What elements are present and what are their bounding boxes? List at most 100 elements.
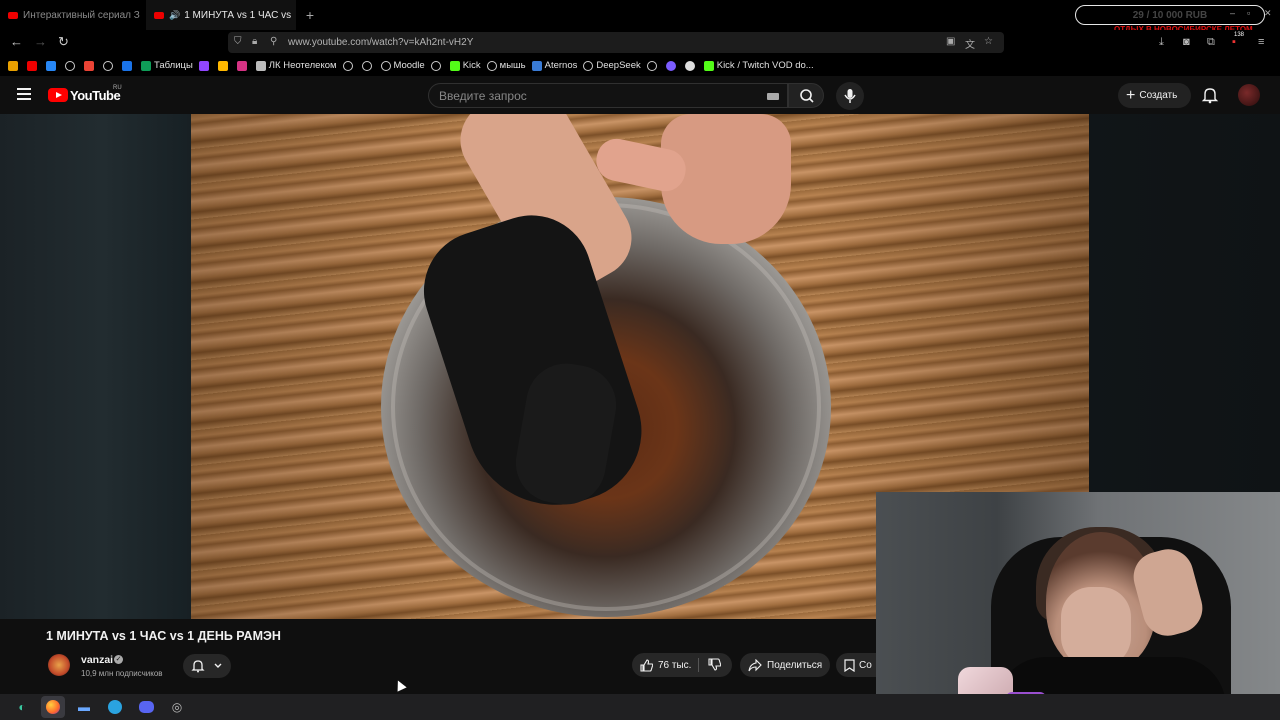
browser-toolbar: ← → ↻ ⛉ 🔒︎ ⚲ www.youtube.com/watch?v=kAh…: [0, 30, 1280, 55]
bookmark-deepseek[interactable]: DeepSeek: [583, 60, 641, 71]
share-button[interactable]: Поделиться: [740, 653, 830, 677]
like-count: 76 тыс.: [658, 660, 692, 671]
thumbs-down-icon[interactable]: [708, 658, 721, 671]
bell-icon: [191, 660, 205, 673]
hamburger-menu-icon[interactable]: [17, 88, 31, 100]
minimize-window-icon[interactable]: –: [1230, 8, 1235, 18]
bookmark-icon-only[interactable]: [665, 60, 679, 71]
forward-arrow-icon[interactable]: →: [34, 34, 47, 49]
url-text[interactable]: www.youtube.com/watch?v=kAh2nt-vH2Y: [288, 37, 473, 48]
bookmark-sheets[interactable]: Таблицы: [141, 60, 193, 71]
drive-icon: [122, 60, 132, 71]
bookmark-icon-only[interactable]: [217, 60, 231, 71]
bookmark-star-icon[interactable]: ☆: [984, 36, 993, 47]
lock-icon[interactable]: 🔒︎: [252, 36, 257, 47]
notifications-bell-icon[interactable]: [1201, 86, 1219, 104]
globe-icon: [342, 60, 353, 71]
bookmark-kick-vod[interactable]: Kick / Twitch VOD do...: [703, 60, 814, 71]
extension-badge-count: 138: [1234, 32, 1245, 38]
aternos-icon: [531, 60, 542, 71]
bookmark-label: Таблицы: [154, 60, 193, 71]
channel-avatar[interactable]: [48, 654, 70, 676]
app-icon: [217, 60, 228, 71]
audio-playing-icon[interactable]: 🔊: [169, 10, 180, 21]
kick-icon: [449, 60, 460, 71]
telegram-icon[interactable]: [103, 696, 127, 718]
bookmark-icon-only[interactable]: [361, 60, 375, 71]
new-tab-button[interactable]: +: [296, 7, 324, 23]
bookmark-icon-only[interactable]: [236, 60, 250, 71]
bookmark-mouse[interactable]: мышь: [486, 60, 526, 71]
bookmark-icon-only[interactable]: [46, 60, 59, 71]
mouse-cursor: [393, 678, 407, 692]
menu-icon[interactable]: ≡: [1258, 36, 1264, 48]
shield-icon[interactable]: ⛉: [234, 36, 242, 47]
profile-container-icon[interactable]: ◙: [1183, 36, 1190, 48]
bookmark-icon-only[interactable]: [65, 60, 78, 71]
download-icon[interactable]: ⤓: [1159, 36, 1164, 49]
bookmark-icon-only[interactable]: [430, 60, 444, 71]
bookmark-aternos[interactable]: Aternos: [531, 60, 578, 71]
voice-search-button[interactable]: [836, 82, 864, 110]
bookmark-icon-only[interactable]: [684, 60, 698, 71]
tab-title: Интерактивный сериал З: [23, 9, 140, 21]
vk-icon: [46, 60, 56, 71]
thumbs-up-icon: [640, 659, 653, 672]
maximize-window-icon[interactable]: ▫: [1247, 8, 1250, 18]
channel-name[interactable]: vanzai: [81, 654, 113, 666]
app-icon: [236, 60, 247, 71]
subscription-bell-button[interactable]: [183, 654, 231, 678]
bookmark-kick[interactable]: Kick: [449, 60, 481, 71]
search-button[interactable]: [788, 83, 824, 108]
start-menu-icon[interactable]: ◐: [10, 696, 34, 718]
bookmark-icon-only[interactable]: [84, 60, 97, 71]
pip-icon[interactable]: ▣: [946, 36, 955, 47]
bookmark-neotelecom[interactable]: ЛК Неотелеком: [255, 60, 337, 71]
bookmark-label: Aternos: [544, 60, 578, 71]
region-label: RU: [113, 85, 122, 91]
search-icon: [800, 89, 814, 103]
obs-icon[interactable]: ◎: [165, 696, 189, 718]
browser-tab-active[interactable]: 🔊 1 МИНУТА vs 1 ЧАС vs ✕: [146, 0, 296, 30]
reload-icon[interactable]: ↻: [58, 34, 69, 50]
bookmark-icon-only[interactable]: [8, 60, 21, 71]
bookmark-moodle[interactable]: Moodle: [380, 60, 425, 71]
translate-icon[interactable]: 文: [965, 36, 975, 51]
bookmark-icon-only[interactable]: [27, 60, 40, 71]
microphone-icon: [844, 89, 856, 103]
bookmark-icon-only[interactable]: [646, 60, 660, 71]
share-arrow-icon: [748, 658, 762, 671]
close-window-icon[interactable]: ✕: [1264, 8, 1272, 19]
globe-icon: [380, 60, 391, 71]
webcam-overlay: [876, 492, 1280, 720]
account-avatar[interactable]: [1238, 84, 1260, 106]
save-button[interactable]: Со: [836, 653, 876, 677]
save-label: Со: [859, 659, 872, 671]
browser-tab[interactable]: Интерактивный сериал З ✕: [0, 0, 146, 30]
keyboard-icon[interactable]: [767, 93, 779, 100]
bookmark-label: ЛК Неотелеком: [268, 60, 337, 71]
extensions-icon[interactable]: ⧉: [1207, 36, 1215, 49]
bookmark-icon-only[interactable]: [122, 60, 135, 71]
bookmark-label: Kick: [462, 60, 481, 71]
firefox-taskbar-icon[interactable]: [41, 696, 65, 718]
search-input[interactable]: [439, 89, 739, 103]
address-bar[interactable]: ⛉ 🔒︎ ⚲ www.youtube.com/watch?v=kAh2nt-vH…: [228, 32, 1004, 53]
sheets-icon: [141, 60, 151, 71]
youtube-logo-icon[interactable]: [48, 88, 68, 102]
tab-title: 1 МИНУТА vs 1 ЧАС vs: [184, 9, 292, 21]
create-button[interactable]: + Создать: [1118, 83, 1191, 108]
divider: [698, 658, 699, 672]
bookmark-label: мышь: [499, 60, 526, 71]
permissions-icon[interactable]: ⚲: [270, 36, 277, 47]
globe-icon: [65, 60, 75, 71]
like-button[interactable]: 76 тыс.: [640, 659, 691, 672]
bookmark-icon-only[interactable]: [198, 60, 212, 71]
back-arrow-icon[interactable]: ←: [10, 34, 23, 49]
bookmark-icon-only[interactable]: [103, 60, 116, 71]
youtube-favicon-icon: [8, 11, 18, 19]
gmail-icon: [84, 60, 94, 71]
discord-icon[interactable]: [134, 696, 158, 718]
bookmark-icon-only[interactable]: [342, 60, 356, 71]
file-manager-icon[interactable]: ▬: [72, 696, 96, 718]
